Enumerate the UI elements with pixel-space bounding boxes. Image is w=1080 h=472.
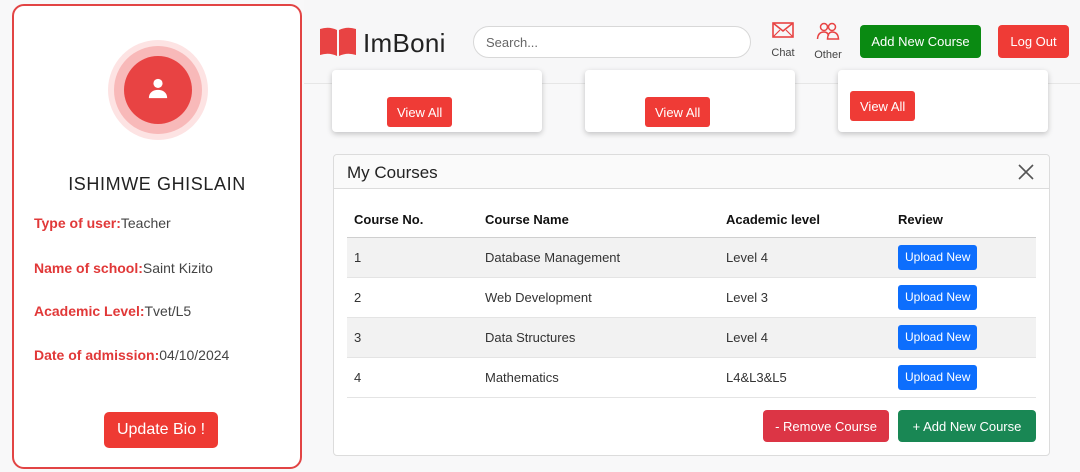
upload-new-button[interactable]: Upload New <box>898 284 978 310</box>
info-admission-date: Date of admission:04/10/2024 <box>34 347 229 363</box>
review-cell: Upload New <box>891 277 1036 318</box>
add-new-course-button[interactable]: + Add New Course <box>898 410 1036 442</box>
upload-new-button[interactable]: Upload New <box>898 364 978 390</box>
user-icon <box>147 77 169 104</box>
course-no: 4 <box>347 357 478 398</box>
avatar <box>108 40 208 140</box>
column-header: Academic level <box>719 202 891 238</box>
brand-name: ImBoni <box>363 28 446 58</box>
close-icon[interactable] <box>1017 163 1035 181</box>
view-all-button[interactable]: View All <box>850 91 916 121</box>
info-value: Teacher <box>120 215 171 231</box>
table-header-row: Course No. Course Name Academic level Re… <box>347 202 1036 238</box>
course-level: Level 4 <box>719 317 891 358</box>
course-name: Data Structures <box>478 317 719 358</box>
column-header: Course No. <box>347 202 478 238</box>
upload-new-button[interactable]: Upload New <box>898 324 978 350</box>
view-all-button[interactable]: View All <box>645 97 711 127</box>
course-name: Mathematics <box>478 357 719 398</box>
info-label: Type of user: <box>34 215 121 231</box>
brand-logo[interactable]: ImBoni <box>319 25 446 62</box>
table-row: 1 Database Management Level 4 Upload New <box>347 237 1036 278</box>
search-input[interactable] <box>473 26 751 58</box>
info-user-type: Type of user:Teacher <box>34 215 171 231</box>
profile-card: ISHIMWE GHISLAIN Type of user:Teacher Na… <box>12 4 302 469</box>
chat-nav[interactable]: Chat <box>763 22 803 59</box>
remove-course-button[interactable]: - Remove Course <box>763 410 889 442</box>
users-icon <box>816 22 840 44</box>
review-cell: Upload New <box>891 317 1036 358</box>
course-level: Level 3 <box>719 277 891 318</box>
other-label: Other <box>814 49 842 61</box>
stat-card-1: View All <box>332 70 542 132</box>
courses-table: Course No. Course Name Academic level Re… <box>347 202 1036 398</box>
my-courses-panel: My Courses Course No. Course Name Academ… <box>333 154 1050 456</box>
review-cell: Upload New <box>891 357 1036 398</box>
table-row: 3 Data Structures Level 4 Upload New <box>347 317 1036 358</box>
info-label: Name of school: <box>34 260 143 276</box>
info-label: Academic Level: <box>34 303 145 319</box>
column-header: Review <box>891 202 1036 238</box>
review-cell: Upload New <box>891 237 1036 278</box>
course-name: Database Management <box>478 237 719 278</box>
info-value: 04/10/2024 <box>159 347 230 363</box>
course-no: 3 <box>347 317 478 358</box>
update-bio-button[interactable]: Update Bio ! <box>104 412 218 448</box>
book-icon <box>319 25 357 62</box>
profile-name: ISHIMWE GHISLAIN <box>68 174 246 194</box>
stat-card-2: View All <box>585 70 795 132</box>
info-label: Date of admission: <box>34 347 160 363</box>
other-nav[interactable]: Other <box>808 22 848 61</box>
course-level: Level 4 <box>719 237 891 278</box>
envelope-icon <box>772 22 794 42</box>
table-row: 2 Web Development Level 3 Upload New <box>347 277 1036 318</box>
info-academic-level: Academic Level:Tvet/L5 <box>34 303 191 319</box>
info-school: Name of school:Saint Kizito <box>34 260 213 276</box>
table-row: 4 Mathematics L4&L3&L5 Upload New <box>347 357 1036 398</box>
upload-new-button[interactable]: Upload New <box>898 244 978 270</box>
course-level: L4&L3&L5 <box>719 357 891 398</box>
course-no: 1 <box>347 237 478 278</box>
course-no: 2 <box>347 277 478 318</box>
panel-header: My Courses <box>334 155 1049 189</box>
info-value: Tvet/L5 <box>144 303 192 319</box>
info-value: Saint Kizito <box>142 260 213 276</box>
add-new-course-header-button[interactable]: Add New Course <box>860 25 981 58</box>
logout-button[interactable]: Log Out <box>998 25 1069 58</box>
chat-label: Chat <box>771 47 795 59</box>
panel-title: My Courses <box>347 163 438 182</box>
stat-card-3: View All <box>838 70 1048 132</box>
column-header: Course Name <box>478 202 719 238</box>
view-all-button[interactable]: View All <box>387 97 453 127</box>
course-name: Web Development <box>478 277 719 318</box>
